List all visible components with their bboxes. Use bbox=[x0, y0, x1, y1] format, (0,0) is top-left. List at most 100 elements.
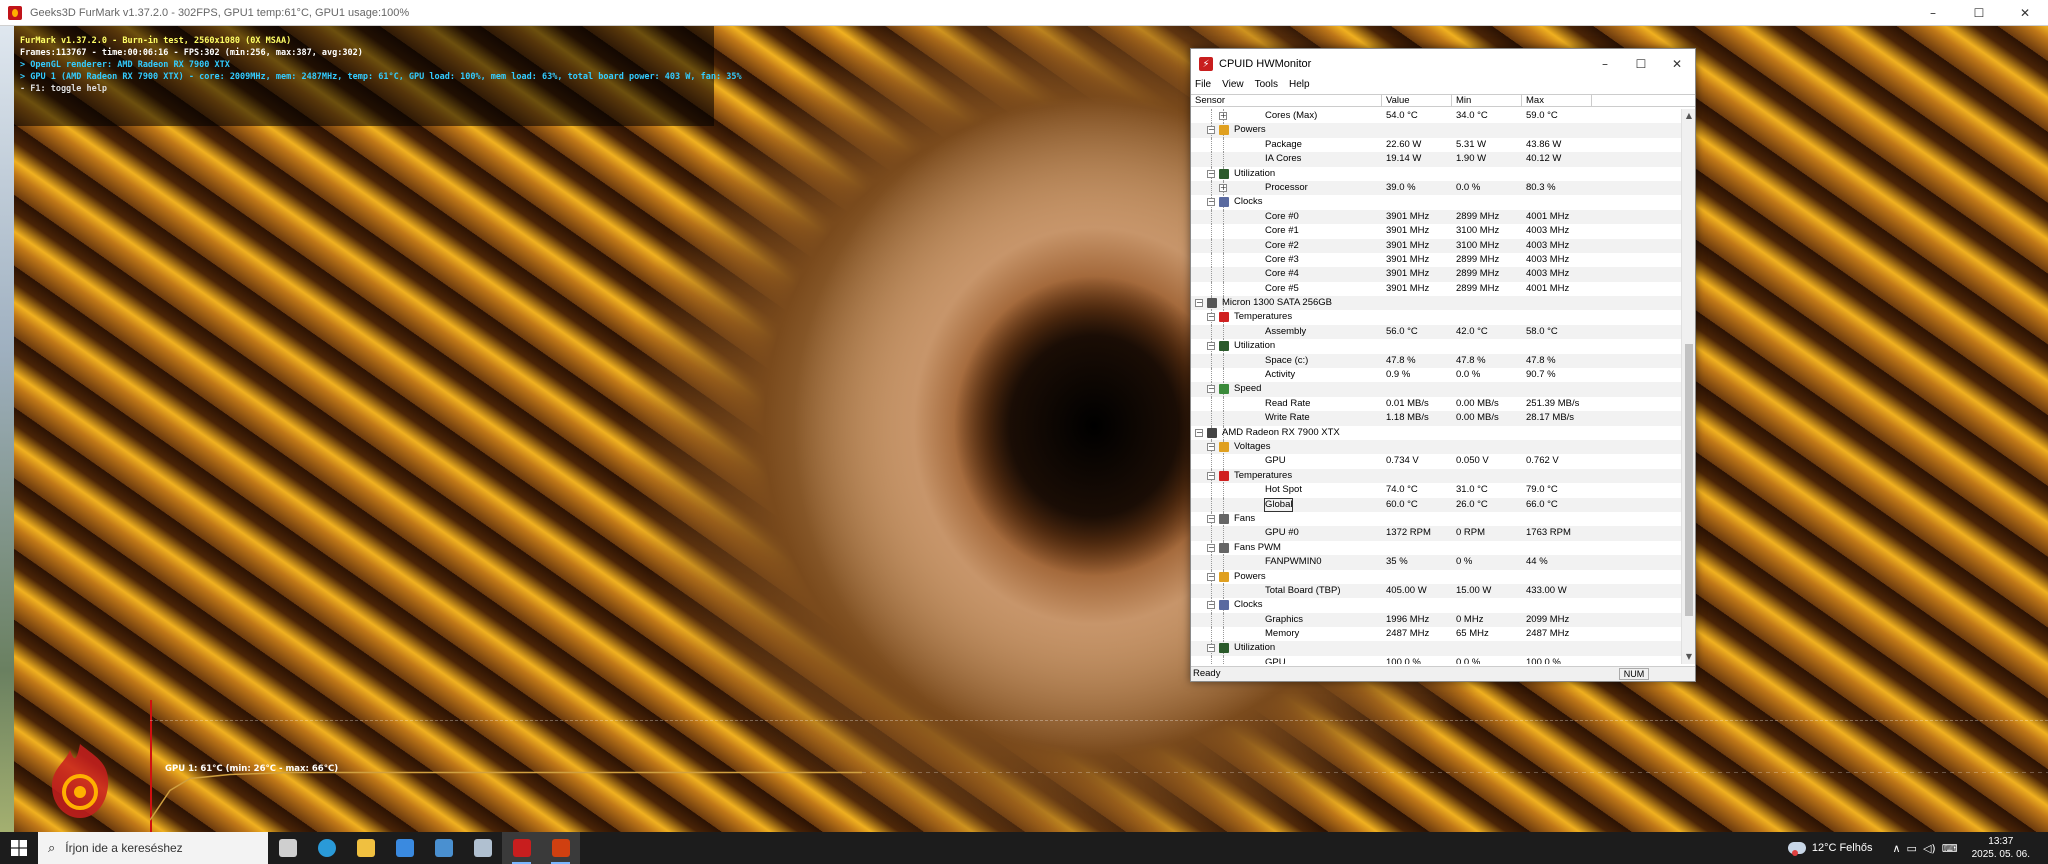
sensor-device-row[interactable]: − Micron 1300 SATA 256GB bbox=[1191, 296, 1683, 311]
taskbar-app-button[interactable] bbox=[424, 832, 463, 864]
collapse-icon[interactable]: − bbox=[1207, 385, 1215, 394]
weather-widget[interactable]: 12°C Felhős bbox=[1787, 842, 1873, 856]
column-header-sensor[interactable]: Sensor bbox=[1191, 95, 1382, 106]
sensor-row[interactable]: Memory 2487 MHz 65 MHz 2487 MHz bbox=[1191, 627, 1683, 642]
collapse-icon[interactable]: − bbox=[1207, 514, 1215, 523]
sensor-row[interactable]: GPU #0 1372 RPM 0 RPM 1763 RPM bbox=[1191, 526, 1683, 541]
collapse-icon[interactable]: − bbox=[1207, 543, 1215, 552]
menu-tools[interactable]: Tools bbox=[1255, 79, 1278, 94]
sensor-category-row[interactable]: − Utilization bbox=[1191, 166, 1683, 181]
close-button[interactable]: ✕ bbox=[2002, 0, 2048, 26]
collapse-icon[interactable]: − bbox=[1207, 601, 1215, 610]
sensor-row[interactable]: Core #0 3901 MHz 2899 MHz 4001 MHz bbox=[1191, 209, 1683, 225]
collapse-icon[interactable]: − bbox=[1207, 313, 1215, 322]
menu-help[interactable]: Help bbox=[1289, 79, 1310, 94]
keyboard-icon[interactable]: ⌨ bbox=[1942, 842, 1958, 855]
sensor-category-row[interactable]: − Utilization bbox=[1191, 339, 1683, 354]
scroll-up-arrow-icon[interactable]: ▲ bbox=[1682, 109, 1696, 123]
sensor-row[interactable]: GPU 100.0 % 0.0 % 100.0 % bbox=[1191, 655, 1683, 664]
sensor-row[interactable]: Space (c:) 47.8 % 47.8 % 47.8 % bbox=[1191, 353, 1683, 369]
furmark-app-icon[interactable] bbox=[8, 5, 22, 20]
sensor-row[interactable]: GPU 0.734 V 0.050 V 0.762 V bbox=[1191, 454, 1683, 469]
sensor-category-row[interactable]: − Utilization bbox=[1191, 641, 1683, 656]
tree-guide-line bbox=[1211, 368, 1212, 383]
hwmonitor-app-icon[interactable]: ⚡ bbox=[1199, 57, 1213, 71]
collapse-icon[interactable]: − bbox=[1207, 126, 1215, 135]
sensor-row[interactable]: Total Board (TBP) 405.00 W 15.00 W 433.00 W bbox=[1191, 583, 1683, 599]
sensor-category-row[interactable]: − Clocks bbox=[1191, 598, 1683, 613]
maximize-button[interactable]: ☐ bbox=[1623, 49, 1659, 79]
close-button[interactable]: ✕ bbox=[1659, 49, 1695, 79]
sensor-category-row[interactable]: − Temperatures bbox=[1191, 468, 1683, 484]
sensor-category-row[interactable]: − Fans PWM bbox=[1191, 540, 1683, 556]
taskbar-app-button[interactable] bbox=[541, 832, 580, 864]
sensor-row[interactable]: + Processor 39.0 % 0.0 % 80.3 % bbox=[1191, 180, 1683, 196]
column-header-max[interactable]: Max bbox=[1522, 95, 1592, 106]
taskbar-app-button[interactable] bbox=[346, 832, 385, 864]
minimize-button[interactable]: – bbox=[1910, 0, 1956, 26]
hwmonitor-titlebar[interactable]: ⚡ CPUID HWMonitor – ☐ ✕ bbox=[1191, 49, 1695, 79]
sensor-category-row[interactable]: − Speed bbox=[1191, 382, 1683, 397]
network-icon[interactable]: ▭ bbox=[1907, 842, 1917, 855]
collapse-icon[interactable]: − bbox=[1207, 644, 1215, 653]
sensor-row[interactable]: Core #4 3901 MHz 2899 MHz 4003 MHz bbox=[1191, 267, 1683, 282]
clock[interactable]: 13:37 2025. 05. 06. bbox=[1972, 835, 2030, 861]
collapse-icon[interactable]: − bbox=[1195, 428, 1203, 437]
minimize-button[interactable]: – bbox=[1587, 49, 1623, 79]
column-header-value[interactable]: Value bbox=[1382, 95, 1452, 106]
sensor-row[interactable]: Write Rate 1.18 MB/s 0.00 MB/s 28.17 MB/s bbox=[1191, 411, 1683, 426]
sensor-name-cell: − Voltages bbox=[1191, 439, 1382, 455]
expand-icon[interactable]: + bbox=[1219, 183, 1227, 192]
menu-file[interactable]: File bbox=[1195, 79, 1211, 94]
scrollbar-thumb[interactable] bbox=[1685, 344, 1693, 616]
sensor-row[interactable]: FANPWMIN0 35 % 0 % 44 % bbox=[1191, 555, 1683, 570]
sensor-row[interactable]: Hot Spot 74.0 °C 31.0 °C 79.0 °C bbox=[1191, 483, 1683, 498]
furmark-titlebar[interactable]: Geeks3D FurMark v1.37.2.0 - 302FPS, GPU1… bbox=[0, 0, 2048, 26]
sensor-row[interactable]: Graphics 1996 MHz 0 MHz 2099 MHz bbox=[1191, 612, 1683, 628]
menu-view[interactable]: View bbox=[1222, 79, 1244, 94]
taskbar-app-button[interactable] bbox=[385, 832, 424, 864]
sensor-row[interactable]: Activity 0.9 % 0.0 % 90.7 % bbox=[1191, 368, 1683, 383]
sensor-category-row[interactable]: − Clocks bbox=[1191, 195, 1683, 210]
volume-icon[interactable]: ◁) bbox=[1923, 842, 1936, 855]
expand-icon[interactable]: + bbox=[1219, 112, 1227, 120]
column-header-min[interactable]: Min bbox=[1452, 95, 1522, 106]
maximize-button[interactable]: ☐ bbox=[1956, 0, 2002, 26]
collapse-icon[interactable]: − bbox=[1207, 342, 1215, 351]
start-button[interactable] bbox=[0, 832, 38, 864]
taskbar-app-button[interactable] bbox=[307, 832, 346, 864]
sensor-category-row[interactable]: − Powers bbox=[1191, 569, 1683, 584]
sensor-row[interactable]: + Cores (Max) 54.0 °C 34.0 °C 59.0 °C bbox=[1191, 109, 1683, 124]
taskbar-search-box[interactable]: ⌕ Írjon ide a kereséshez bbox=[38, 832, 268, 864]
sensor-row[interactable]: Read Rate 0.01 MB/s 0.00 MB/s 251.39 MB/s bbox=[1191, 396, 1683, 412]
scroll-down-arrow-icon[interactable]: ▼ bbox=[1682, 650, 1696, 664]
collapse-icon[interactable]: − bbox=[1207, 198, 1215, 207]
sensor-row[interactable]: Package 22.60 W 5.31 W 43.86 W bbox=[1191, 137, 1683, 153]
hwmonitor-window[interactable]: ⚡ CPUID HWMonitor – ☐ ✕ File View Tools … bbox=[1190, 48, 1696, 682]
sensor-row[interactable]: Core #5 3901 MHz 2899 MHz 4001 MHz bbox=[1191, 281, 1683, 297]
taskbar-app-button[interactable] bbox=[463, 832, 502, 864]
collapse-icon[interactable]: − bbox=[1207, 471, 1215, 480]
sensor-device-row[interactable]: − AMD Radeon RX 7900 XTX bbox=[1191, 425, 1683, 440]
collapse-icon[interactable]: − bbox=[1207, 572, 1215, 581]
sensor-category-row[interactable]: − Powers bbox=[1191, 123, 1683, 138]
sensor-row[interactable]: Core #1 3901 MHz 3100 MHz 4003 MHz bbox=[1191, 224, 1683, 239]
sensor-row[interactable]: Global 60.0 °C 26.0 °C 66.0 °C bbox=[1191, 497, 1683, 512]
sensor-row[interactable]: Core #2 3901 MHz 3100 MHz 4003 MHz bbox=[1191, 238, 1683, 253]
sensor-max-cell bbox=[1522, 570, 1592, 584]
sensor-category-row[interactable]: − Fans bbox=[1191, 511, 1683, 527]
vertical-scrollbar[interactable]: ▲ ▼ bbox=[1681, 109, 1695, 664]
collapse-icon[interactable]: − bbox=[1207, 442, 1215, 451]
sensor-category-row[interactable]: − Voltages bbox=[1191, 439, 1683, 455]
sensor-tree[interactable]: + Cores (Max) 54.0 °C 34.0 °C 59.0 °C − Powers… bbox=[1191, 109, 1683, 664]
taskbar-app-button[interactable] bbox=[268, 832, 307, 864]
sensor-category-row[interactable]: − Temperatures bbox=[1191, 310, 1683, 325]
weather-text: 12°C Felhős bbox=[1811, 842, 1873, 854]
collapse-icon[interactable]: − bbox=[1195, 299, 1203, 308]
sensor-row[interactable]: IA Cores 19.14 W 1.90 W 40.12 W bbox=[1191, 152, 1683, 167]
sensor-row[interactable]: Assembly 56.0 °C 42.0 °C 58.0 °C bbox=[1191, 324, 1683, 340]
sensor-row[interactable]: Core #3 3901 MHz 2899 MHz 4003 MHz bbox=[1191, 252, 1683, 268]
taskbar-app-button[interactable] bbox=[502, 832, 541, 864]
collapse-icon[interactable]: − bbox=[1207, 169, 1215, 178]
show-hidden-icons-icon[interactable]: ∧ bbox=[1892, 842, 1900, 855]
